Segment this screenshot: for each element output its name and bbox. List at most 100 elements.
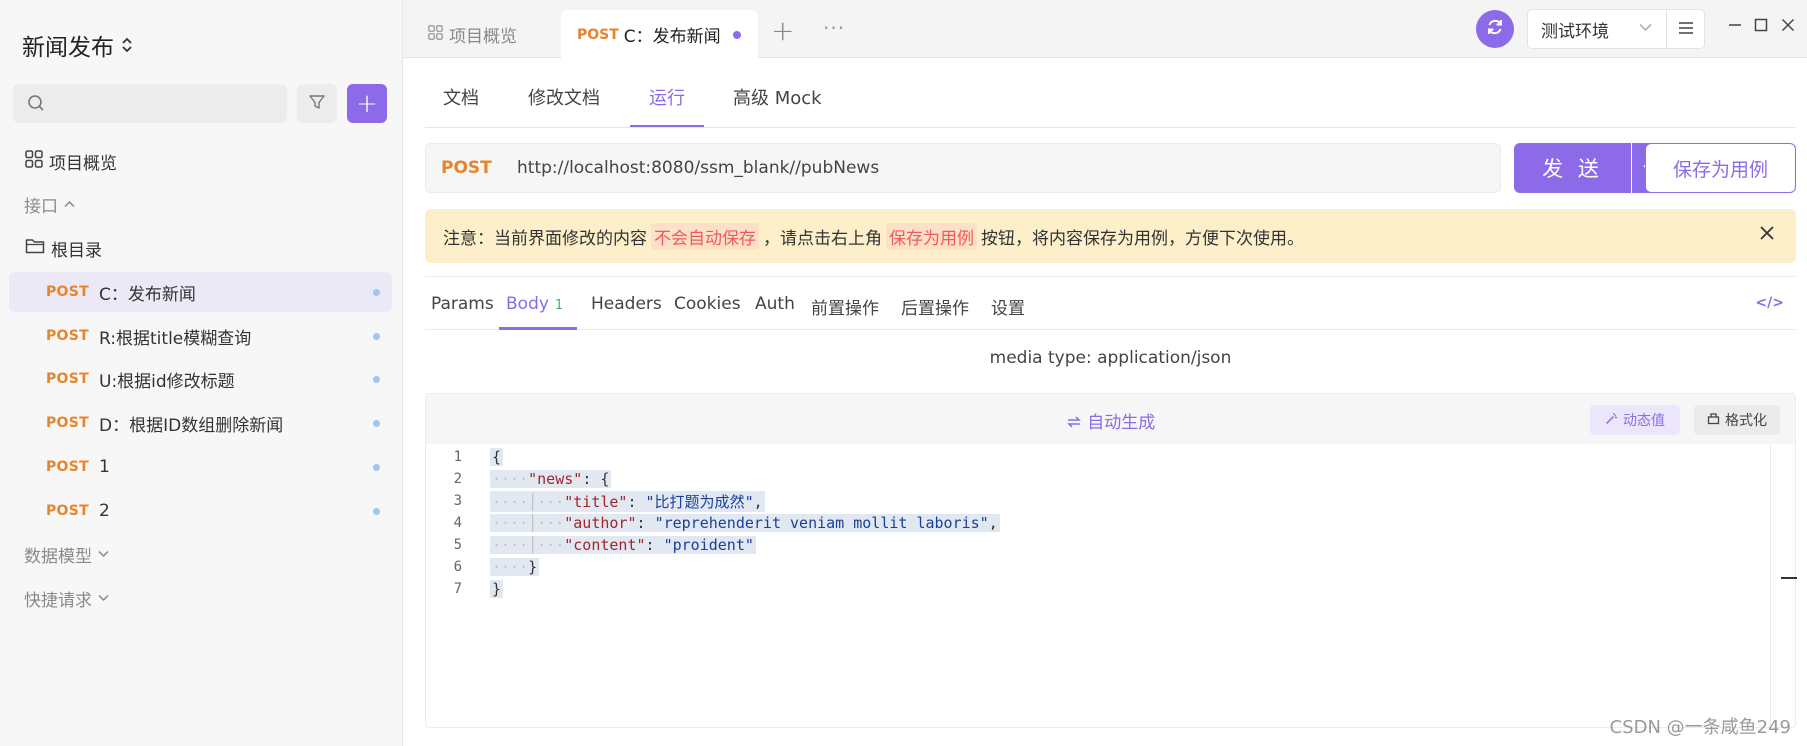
api-item[interactable]: POST U:根据id修改标题 xyxy=(9,359,392,399)
folder-label: 根目录 xyxy=(51,240,102,261)
tab-doc[interactable]: 文档 xyxy=(443,84,479,110)
close-icon xyxy=(1781,16,1795,37)
section-label: 快捷请求 xyxy=(24,590,92,611)
chevron-up-icon xyxy=(64,197,75,211)
url-bar[interactable]: POST http://localhost:8080/ssm_blank//pu… xyxy=(425,143,1501,193)
save-as-case-button[interactable]: 保存为用例 xyxy=(1645,143,1796,193)
line-number: 2 xyxy=(453,471,462,487)
grid-icon xyxy=(428,24,443,45)
sidebar-folder-root[interactable]: 根目录 xyxy=(25,228,395,268)
method-select[interactable]: POST xyxy=(441,158,517,178)
api-item[interactable]: POST 2 xyxy=(9,491,392,531)
status-dot xyxy=(373,508,380,515)
tab-edit-doc[interactable]: 修改文档 xyxy=(528,84,600,110)
maximize-button[interactable] xyxy=(1754,16,1768,37)
grid-icon xyxy=(25,149,43,173)
new-tab-button[interactable]: + xyxy=(771,14,794,47)
media-type-label: media type: application/json xyxy=(989,348,1232,368)
tab-overview[interactable]: 项目概览 xyxy=(428,22,517,47)
method-badge: POST xyxy=(46,371,89,387)
app-window: 新闻发布 + 项目概览 接口 根目录 POST C：发布新闻 POST R:根据… xyxy=(0,0,1807,746)
api-item[interactable]: POST 1 xyxy=(9,447,392,487)
line-number: 3 xyxy=(453,493,462,509)
scroll-position-marker[interactable] xyxy=(1781,577,1797,579)
status-dot xyxy=(373,333,380,340)
tab-auth[interactable]: Auth xyxy=(755,294,795,314)
more-tabs-button[interactable]: ··· xyxy=(823,16,845,40)
tab-params[interactable]: Params xyxy=(431,294,494,314)
plus-icon: + xyxy=(356,88,378,119)
updown-chevron-icon xyxy=(122,36,132,54)
sidebar-section-data-model[interactable]: 数据模型 xyxy=(24,534,394,574)
menu-icon xyxy=(1678,20,1694,39)
tab-cookies[interactable]: Cookies xyxy=(674,294,741,314)
api-item[interactable]: POST R:根据title模糊查询 xyxy=(9,316,392,356)
add-button[interactable]: + xyxy=(347,84,387,123)
format-button[interactable]: 格式化 xyxy=(1694,405,1780,435)
code-line: 6 ····} xyxy=(426,556,1771,578)
tab-post-ops[interactable]: 后置操作 xyxy=(901,294,969,319)
api-name: U:根据id修改标题 xyxy=(99,371,235,392)
sidebar-item-label: 项目概览 xyxy=(49,153,117,174)
editor-toolbar: 自动生成 动态值 格式化 xyxy=(426,394,1795,444)
unsaved-notice: 注意：当前界面修改的内容 不会自动保存 ，请点击右上角 保存为用例 按钮，将内容… xyxy=(425,209,1796,263)
format-label: 格式化 xyxy=(1725,413,1767,429)
tab-pre-ops[interactable]: 前置操作 xyxy=(811,294,879,319)
code-text: ····│···"title": "比打题为成然", xyxy=(490,490,765,512)
method-badge: POST xyxy=(46,415,89,431)
tab-run[interactable]: 运行 xyxy=(649,84,685,110)
url-input[interactable]: http://localhost:8080/ssm_blank//pubNews xyxy=(517,158,879,178)
close-window-button[interactable] xyxy=(1781,16,1795,37)
line-number: 7 xyxy=(453,581,462,597)
tab-advanced-mock[interactable]: 高级 Mock xyxy=(733,84,822,110)
code-line: 2 ····"news": { xyxy=(426,468,1771,490)
send-button[interactable]: 发 送 xyxy=(1514,143,1631,193)
sidebar-section-interfaces[interactable]: 接口 xyxy=(24,184,394,224)
filter-icon xyxy=(308,93,326,115)
minimize-icon xyxy=(1728,16,1742,37)
auto-generate-label: 自动生成 xyxy=(1087,413,1156,433)
dynamic-value-button[interactable]: 动态值 xyxy=(1590,405,1680,435)
api-name: R:根据title模糊查询 xyxy=(99,328,252,349)
api-name: 2 xyxy=(99,501,110,521)
filter-button[interactable] xyxy=(297,84,337,123)
method-badge: POST xyxy=(577,26,619,43)
section-label: 接口 xyxy=(24,196,58,217)
environment-menu-button[interactable] xyxy=(1667,9,1705,49)
code-line: 1 { xyxy=(426,446,1771,468)
sync-button[interactable] xyxy=(1476,10,1514,48)
tab-headers[interactable]: Headers xyxy=(591,294,662,314)
folder-icon xyxy=(25,237,45,260)
maximize-icon xyxy=(1754,16,1768,37)
api-name: D：根据ID数组删除新闻 xyxy=(99,415,284,436)
method-badge: POST xyxy=(46,459,89,475)
notice-text: 按钮，将内容保存为用例，方便下次使用。 xyxy=(981,228,1304,249)
code-area[interactable]: 1 { 2 ····"news": { 3 ····│···"title": "… xyxy=(426,446,1771,726)
code-text: ····│···"content": "proident" xyxy=(490,536,756,554)
sidebar-section-quick-request[interactable]: 快捷请求 xyxy=(24,578,394,618)
refresh-icon xyxy=(1485,17,1505,41)
notice-highlight: 保存为用例 xyxy=(886,222,977,250)
tab-settings[interactable]: 设置 xyxy=(991,294,1025,319)
chevron-down-icon xyxy=(98,591,109,605)
api-item[interactable]: POST C：发布新闻 xyxy=(9,272,392,312)
project-switcher[interactable]: 新闻发布 xyxy=(22,28,132,62)
active-tab-underline xyxy=(499,327,577,330)
environment-select[interactable]: 测试环境 xyxy=(1527,9,1667,49)
notice-text: ，请点击右上角 xyxy=(763,228,882,249)
close-notice-button[interactable] xyxy=(1759,222,1775,247)
editor-scrollbar-track[interactable] xyxy=(1770,445,1771,727)
tab-body[interactable]: Body 1 xyxy=(506,294,563,314)
minimize-button[interactable] xyxy=(1728,16,1742,37)
status-dot xyxy=(373,420,380,427)
api-item[interactable]: POST D：根据ID数组删除新闻 xyxy=(9,403,392,443)
doc-tabs: 文档 修改文档 运行 高级 Mock xyxy=(425,58,1795,128)
sidebar-item-overview[interactable]: 项目概览 xyxy=(25,141,395,181)
code-text: ····} xyxy=(490,558,540,576)
code-view-icon[interactable]: </> xyxy=(1755,295,1784,311)
code-line: 7 } xyxy=(426,578,1771,600)
tab-api-active[interactable]: POST C：发布新闻 xyxy=(561,10,758,59)
method-badge: POST xyxy=(46,284,89,300)
search-input[interactable] xyxy=(13,84,287,123)
notice-highlight: 不会自动保存 xyxy=(651,222,759,250)
